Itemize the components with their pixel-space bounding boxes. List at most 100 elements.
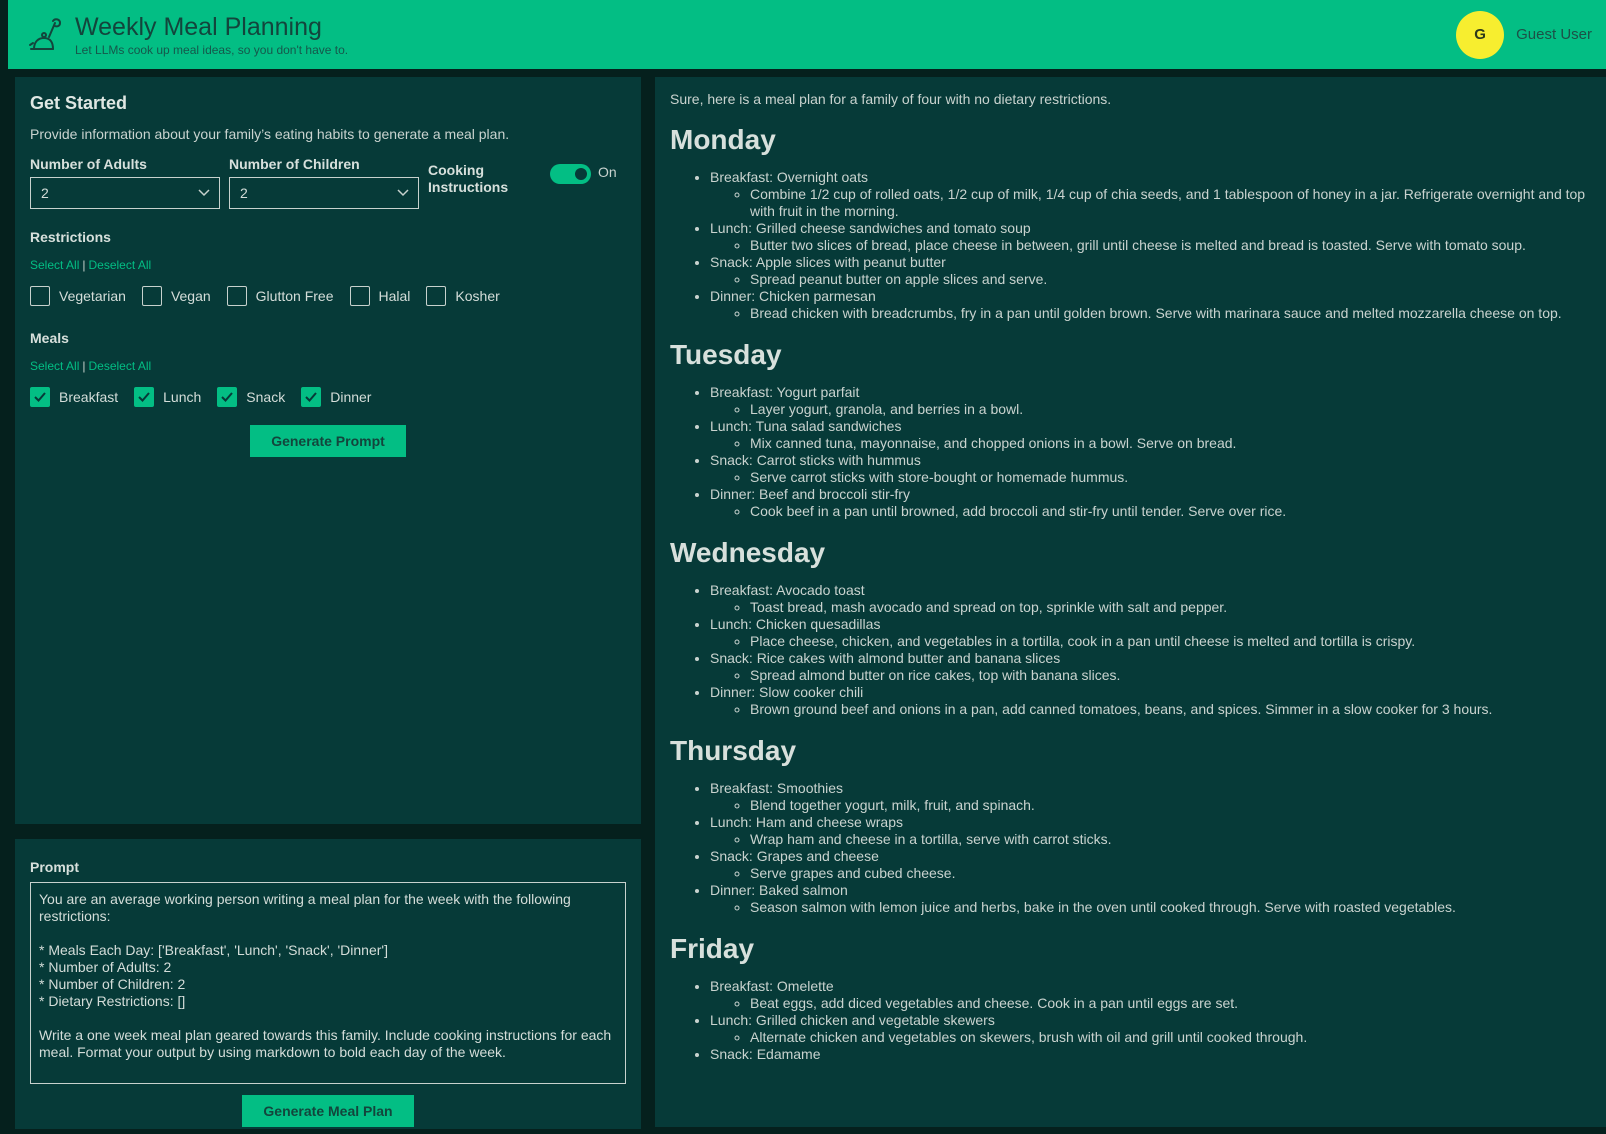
checkbox-checked[interactable] xyxy=(217,387,238,407)
prompt-panel: Prompt You are an average working person… xyxy=(15,839,641,1129)
avatar[interactable]: G xyxy=(1456,10,1505,59)
prompt-textarea[interactable]: You are an average working person writin… xyxy=(30,882,626,1084)
meal-item: Breakfast: SmoothiesBlend together yogur… xyxy=(710,780,1591,814)
meal-detail-list: Spread peanut butter on apple slices and… xyxy=(710,271,1591,288)
meal-title: Breakfast: Smoothies xyxy=(710,780,844,796)
meal-title: Dinner: Chicken parmesan xyxy=(710,288,876,304)
cooking-instructions-label: Cooking Instructions xyxy=(428,162,509,195)
children-select[interactable]: 2 xyxy=(229,177,419,209)
adults-label: Number of Adults xyxy=(30,156,147,172)
adults-select[interactable]: 2 xyxy=(30,177,220,209)
adults-field: Number of Adults 2 xyxy=(30,156,220,209)
checkbox-label: Breakfast xyxy=(59,389,119,405)
meal-detail: Brown ground beef and onions in a pan, a… xyxy=(750,701,1591,718)
adults-value: 2 xyxy=(41,185,49,201)
restrictions-deselect-all-link[interactable]: Deselect All xyxy=(88,258,151,272)
check-icon xyxy=(34,392,46,402)
check-icon xyxy=(221,392,234,402)
meal-item: Dinner: Chicken parmesanBread chicken wi… xyxy=(710,288,1591,322)
meals-deselect-all-link[interactable]: Deselect All xyxy=(88,359,151,373)
meal-detail-list: Combine 1/2 cup of rolled oats, 1/2 cup … xyxy=(710,186,1591,220)
meal-item: Lunch: Grilled chicken and vegetable ske… xyxy=(710,1012,1591,1046)
user-menu[interactable]: G Guest User xyxy=(1456,10,1592,59)
checkbox-checked[interactable] xyxy=(134,387,155,407)
user-name: Guest User xyxy=(1516,26,1592,43)
day-heading: Wednesday xyxy=(670,537,826,568)
meal-item: Snack: Carrot sticks with hummusServe ca… xyxy=(710,452,1591,486)
meal-plan-intro: Sure, here is a meal plan for a family o… xyxy=(670,91,1112,107)
meal-detail: Spread peanut butter on apple slices and… xyxy=(750,271,1591,288)
meal-item: Lunch: Chicken quesadillasPlace cheese, … xyxy=(710,616,1591,650)
cooking-instructions-state: On xyxy=(598,164,617,180)
children-label: Number of Children xyxy=(229,156,360,172)
meal-detail: Serve grapes and cubed cheese. xyxy=(750,865,1591,882)
meal-item: Dinner: Beef and broccoli stir-fryCook b… xyxy=(710,486,1591,520)
meal-item: Snack: Grapes and cheeseServe grapes and… xyxy=(710,848,1591,882)
toggle-knob xyxy=(575,168,587,180)
checkbox-checked[interactable] xyxy=(30,387,50,407)
meal-detail-list: Toast bread, mash avocado and spread on … xyxy=(710,599,1591,616)
meals-label: Meals xyxy=(30,330,69,346)
meal-detail: Layer yogurt, granola, and berries in a … xyxy=(750,401,1591,418)
meals-select-all-link[interactable]: Select All xyxy=(30,359,79,373)
day-meal-list: Breakfast: OmeletteBeat eggs, add diced … xyxy=(670,978,1591,1063)
checkbox-glutton-free[interactable]: Glutton Free xyxy=(226,286,334,306)
meal-item: Snack: Rice cakes with almond butter and… xyxy=(710,650,1591,684)
checkbox-unchecked[interactable] xyxy=(226,286,247,306)
check-icon xyxy=(138,392,150,402)
meal-detail-list: Beat eggs, add diced vegetables and chee… xyxy=(710,995,1591,1012)
checkbox-halal[interactable]: Halal xyxy=(349,286,411,306)
meal-title: Lunch: Ham and cheese wraps xyxy=(710,814,903,830)
meal-detail: Blend together yogurt, milk, fruit, and … xyxy=(750,797,1591,814)
meal-detail-list: Season salmon with lemon juice and herbs… xyxy=(710,899,1591,916)
checkbox-label: Halal xyxy=(378,288,411,304)
checkbox-snack[interactable]: Snack xyxy=(217,387,285,407)
checkbox-vegan[interactable]: Vegan xyxy=(141,286,211,306)
meal-item: Snack: Apple slices with peanut butterSp… xyxy=(710,254,1591,288)
cooking-instructions-toggle[interactable] xyxy=(550,164,591,184)
meal-item: Snack: Edamame xyxy=(710,1046,1591,1063)
meal-title: Dinner: Baked salmon xyxy=(710,882,848,898)
meal-detail-list: Brown ground beef and onions in a pan, a… xyxy=(710,701,1591,718)
meal-title: Snack: Apple slices with peanut butter xyxy=(710,254,946,270)
checkbox-label: Vegetarian xyxy=(59,288,126,304)
link-separator: | xyxy=(82,359,86,373)
restrictions-select-all-link[interactable]: Select All xyxy=(30,258,79,272)
checkbox-unchecked[interactable] xyxy=(426,286,447,306)
day-meal-list: Breakfast: Avocado toastToast bread, mas… xyxy=(670,582,1591,718)
checkbox-breakfast[interactable]: Breakfast xyxy=(30,387,118,407)
meal-detail-list: Layer yogurt, granola, and berries in a … xyxy=(710,401,1591,418)
generate-meal-plan-button[interactable]: Generate Meal Plan xyxy=(242,1095,414,1127)
checkbox-lunch[interactable]: Lunch xyxy=(134,387,201,407)
children-value: 2 xyxy=(240,185,248,201)
checkbox-unchecked[interactable] xyxy=(141,286,162,306)
day-meal-list: Breakfast: Overnight oatsCombine 1/2 cup… xyxy=(670,169,1591,322)
meal-item: Breakfast: OmeletteBeat eggs, add diced … xyxy=(710,978,1591,1012)
meal-item: Breakfast: Avocado toastToast bread, mas… xyxy=(710,582,1591,616)
meal-detail-list: Serve carrot sticks with store-bought or… xyxy=(710,469,1591,486)
checkbox-vegetarian[interactable]: Vegetarian xyxy=(30,286,126,306)
day-heading: Thursday xyxy=(670,735,797,766)
meal-detail: Spread almond butter on rice cakes, top … xyxy=(750,667,1591,684)
meal-title: Breakfast: Overnight oats xyxy=(710,169,868,185)
checkbox-checked[interactable] xyxy=(301,387,322,407)
meal-item: Lunch: Ham and cheese wrapsWrap ham and … xyxy=(710,814,1591,848)
chevron-down-icon xyxy=(198,189,210,197)
checkbox-label: Snack xyxy=(246,389,286,405)
generate-prompt-button[interactable]: Generate Prompt xyxy=(250,425,406,457)
checkbox-unchecked[interactable] xyxy=(30,286,50,306)
checkbox-kosher[interactable]: Kosher xyxy=(426,286,500,306)
checkbox-dinner[interactable]: Dinner xyxy=(301,387,371,407)
get-started-heading: Get Started xyxy=(30,93,128,113)
meal-item: Lunch: Tuna salad sandwichesMix canned t… xyxy=(710,418,1591,452)
meal-detail-list: Alternate chicken and vegetables on skew… xyxy=(710,1029,1591,1046)
restrictions-label: Restrictions xyxy=(30,229,111,245)
meal-title: Breakfast: Yogurt parfait xyxy=(710,384,860,400)
checkbox-unchecked[interactable] xyxy=(349,286,370,306)
day-heading: Tuesday xyxy=(670,339,782,370)
meal-detail: Beat eggs, add diced vegetables and chee… xyxy=(750,995,1591,1012)
meal-title: Breakfast: Omelette xyxy=(710,978,834,994)
meal-detail: Alternate chicken and vegetables on skew… xyxy=(750,1029,1591,1046)
cooking-instructions-field: Cooking Instructions On xyxy=(428,162,617,209)
checkbox-label: Lunch xyxy=(163,389,202,405)
